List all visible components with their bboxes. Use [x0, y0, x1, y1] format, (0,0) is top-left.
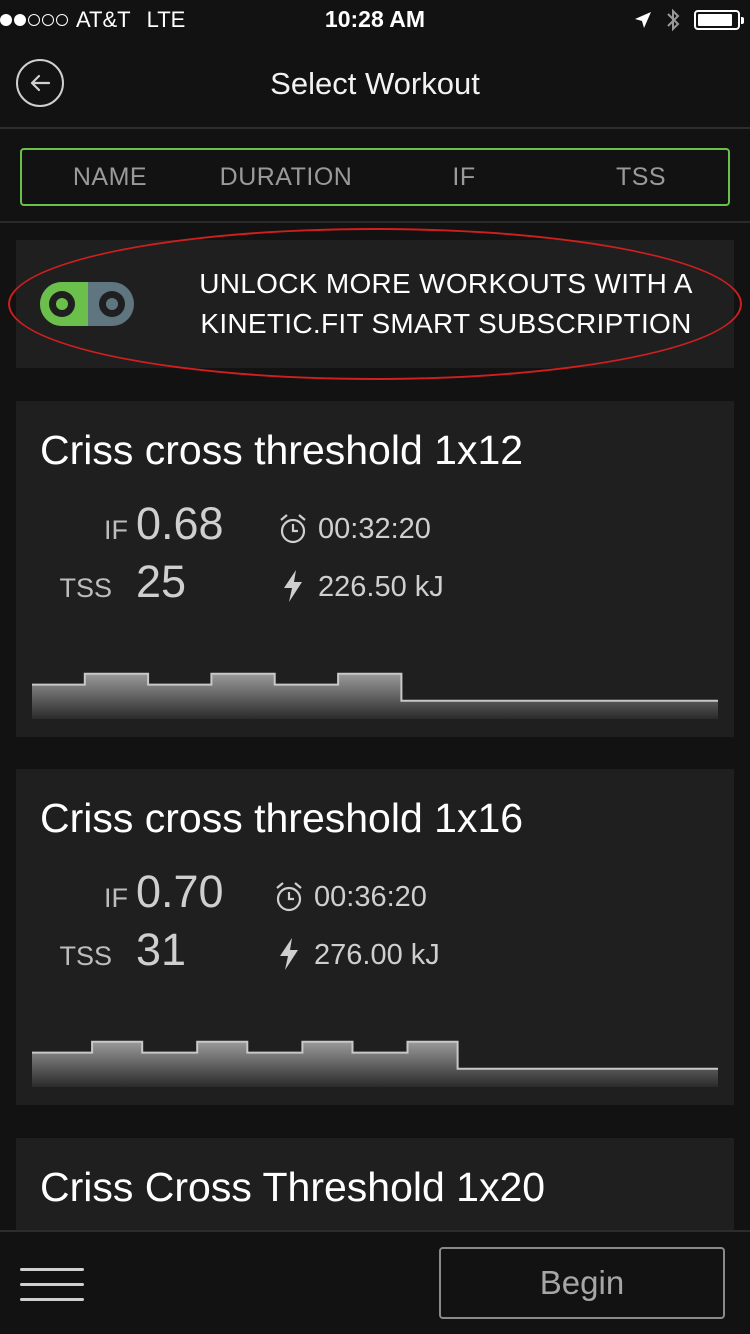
hamburger-menu-icon[interactable] — [20, 1268, 84, 1302]
profile-area — [32, 673, 718, 719]
tss-value: 25 — [136, 556, 187, 607]
subscription-promo-banner[interactable]: UNLOCK MORE WORKOUTS WITH A KINETIC.FIT … — [16, 240, 734, 368]
energy-value: 276.00 kJ — [314, 939, 440, 971]
if-value: 0.68 — [136, 498, 224, 549]
if-label: IF — [104, 515, 128, 545]
sort-tab-tss[interactable]: TSS — [554, 150, 728, 204]
promo-line-2: KINETIC.FIT SMART SUBSCRIPTION — [200, 308, 692, 339]
workout-title: Criss cross threshold 1x16 — [40, 795, 524, 841]
sort-tab-duration[interactable]: DURATION — [198, 150, 374, 204]
workout-title: Criss Cross Threshold 1x20 — [40, 1164, 546, 1210]
tss-label: TSS — [59, 573, 112, 603]
sort-tab-name[interactable]: NAME — [22, 150, 198, 204]
workout-power-profile — [32, 672, 718, 719]
page-title: Select Workout — [270, 66, 480, 101]
lightning-bolt-icon — [284, 570, 302, 602]
tss-value: 31 — [136, 924, 187, 975]
begin-button[interactable]: Begin — [439, 1247, 725, 1319]
sort-tab-if[interactable]: IF — [374, 150, 554, 204]
bluetooth-icon — [667, 8, 680, 32]
status-right — [634, 6, 744, 34]
energy-value: 226.50 kJ — [318, 571, 444, 603]
kinetic-fit-logo — [40, 282, 134, 326]
status-bar: AT&T LTE 10:28 AM — [0, 0, 750, 40]
lightning-bolt-icon — [280, 938, 298, 970]
location-arrow-icon — [635, 12, 651, 28]
alarm-clock-icon — [276, 882, 302, 912]
alarm-clock-icon — [280, 514, 306, 544]
bottom-toolbar: Begin — [0, 1230, 750, 1334]
duration-value: 00:36:20 — [314, 881, 427, 913]
promo-text: UNLOCK MORE WORKOUTS WITH A KINETIC.FIT … — [166, 264, 726, 344]
duration-value: 00:32:20 — [318, 513, 431, 545]
profile-area — [32, 1041, 718, 1087]
workout-card[interactable]: Criss cross threshold 1x16 IF 0.70 TSS 3… — [16, 769, 734, 1105]
tss-label: TSS — [59, 941, 112, 971]
navigation-bar: Select Workout — [0, 40, 750, 129]
sort-segmented-control: NAME DURATION IF TSS — [20, 148, 730, 206]
promo-line-1: UNLOCK MORE WORKOUTS WITH A — [199, 268, 693, 299]
workout-card[interactable]: Criss cross threshold 1x12 IF 0.68 TSS 2… — [16, 401, 734, 737]
if-value: 0.70 — [136, 866, 224, 917]
workout-title: Criss cross threshold 1x12 — [40, 427, 524, 473]
if-label: IF — [104, 883, 128, 913]
battery-icon — [694, 10, 744, 30]
workout-power-profile — [32, 1040, 718, 1087]
sort-bar: NAME DURATION IF TSS — [0, 129, 750, 223]
